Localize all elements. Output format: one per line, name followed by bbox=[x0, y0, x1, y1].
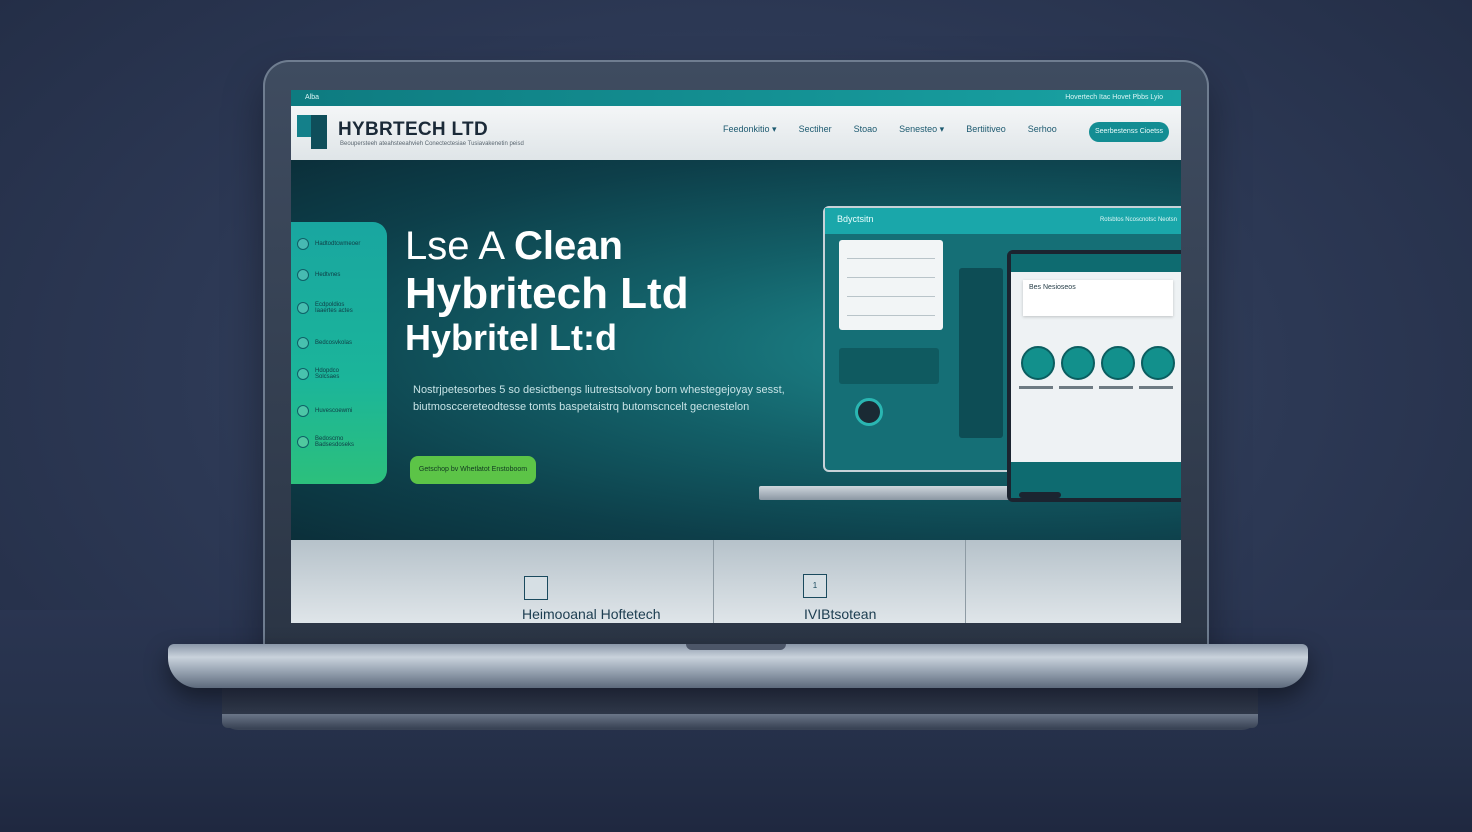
hero-headline: Lse A Clean Hybritech Ltd Hybritel Lt:d bbox=[405, 224, 689, 358]
sidebar-item-label: Hdopdco Solcsaes bbox=[315, 368, 340, 380]
logo-icon[interactable] bbox=[297, 115, 327, 149]
circle-icon bbox=[297, 337, 309, 349]
laptop-lip bbox=[222, 714, 1258, 728]
circle-icon bbox=[297, 368, 309, 380]
laptop-base bbox=[168, 644, 1308, 688]
laptop-screen: Alba Hovertech Itac Hovet Pbbs Lyio HYBR… bbox=[291, 90, 1181, 623]
headline-line1-pre: Lse A bbox=[405, 224, 503, 268]
sidebar-item-label: Ecdpoldios Iaaertes actes bbox=[315, 302, 353, 314]
circle-icon bbox=[297, 302, 309, 314]
nav-item-2[interactable]: Sectiher bbox=[799, 124, 832, 135]
mockup-panel bbox=[839, 348, 939, 384]
sidebar-item-label: Bedcosvkolas bbox=[315, 340, 353, 346]
image-icon bbox=[524, 576, 548, 600]
circle-icon bbox=[297, 269, 309, 281]
features-strip: Heimooanal Hoftetech 1 IVIBtsotean bbox=[291, 540, 1181, 623]
sidebar-item-label: Huvescoewmi bbox=[315, 408, 353, 414]
main-nav: Feedonkitio ▾ Sectiher Stoao Senesteo ▾ … bbox=[723, 124, 1057, 135]
tablet-topbar bbox=[1011, 254, 1181, 272]
feature-label-2[interactable]: IVIBtsotean bbox=[804, 606, 876, 622]
mockup-form-card bbox=[839, 240, 943, 330]
nav-item-1[interactable]: Feedonkitio ▾ bbox=[723, 124, 777, 135]
hero-section: Hadtodtcwmeoer Hedtvnes Ecdpoldios Iaaer… bbox=[291, 160, 1181, 540]
feature-label-1[interactable]: Heimooanal Hoftetech bbox=[522, 606, 661, 622]
site-header: HYBRTECH LTD Beoupersteeh ateahsteeahvie… bbox=[291, 106, 1181, 160]
circle-icon bbox=[297, 405, 309, 417]
utility-bar: Alba Hovertech Itac Hovet Pbbs Lyio bbox=[291, 90, 1181, 106]
sidebar-item-2[interactable]: Hedtvnes bbox=[297, 269, 340, 281]
sidebar-item-label: Hedtvnes bbox=[315, 272, 341, 278]
tablet-header-text: Bes Nesioseos bbox=[1029, 284, 1076, 291]
nav-item-4[interactable]: Senesteo ▾ bbox=[899, 124, 944, 135]
sidebar-item-5[interactable]: Hdopdco Solcsaes bbox=[297, 368, 381, 380]
device-icon bbox=[855, 398, 883, 426]
feature-circle-icon bbox=[1141, 346, 1175, 380]
utility-left-text: Alba bbox=[305, 94, 320, 101]
mockup-title: Bdyctsitn bbox=[837, 214, 874, 224]
laptop-hinge-notch bbox=[686, 644, 786, 650]
circle-icon bbox=[297, 436, 309, 448]
sidebar-item-6[interactable]: Huvescoewmi bbox=[297, 405, 352, 417]
feature-circle-icon bbox=[1061, 346, 1095, 380]
tablet-mockup: Bes Nesioseos bbox=[1007, 250, 1181, 502]
sidebar-panel: Hadtodtcwmeoer Hedtvnes Ecdpoldios Iaaer… bbox=[291, 222, 387, 484]
sidebar-item-4[interactable]: Bedcosvkolas bbox=[297, 337, 352, 349]
document-icon: 1 bbox=[803, 574, 827, 598]
sidebar-item-3[interactable]: Ecdpoldios Iaaertes actes bbox=[297, 302, 381, 314]
utility-links[interactable]: Hovertech Itac Hovet Pbbs Lyio bbox=[1065, 90, 1163, 106]
nav-item-3[interactable]: Stoao bbox=[854, 124, 878, 135]
hero-description: Nostrjpetesorbes 5 so desictbengs liutre… bbox=[413, 384, 785, 413]
feature-circle-icon bbox=[1021, 346, 1055, 380]
logo-tagline: Beoupersteeh ateahsteeahvieh Conectectes… bbox=[340, 141, 524, 147]
mockup-links: Rotsbtos Ncoscnotsc Neotsn bbox=[1099, 217, 1177, 223]
sidebar-item-label: Bedoscmo Badsesdoseks bbox=[315, 436, 355, 448]
sidebar-item-label: Hadtodtcwmeoer bbox=[315, 241, 361, 247]
nav-item-6[interactable]: Serhoo bbox=[1028, 124, 1057, 135]
sidebar-item-1[interactable]: Hadtodtcwmeoer bbox=[297, 238, 360, 250]
headline-line1-bold: Clean bbox=[514, 224, 623, 268]
feature-circle-icon bbox=[1101, 346, 1135, 380]
tablet-stand bbox=[1019, 492, 1061, 498]
headline-line3: Hybritel Lt:d bbox=[405, 317, 617, 359]
nav-item-5[interactable]: Bertiitiveo bbox=[966, 124, 1006, 135]
sidebar-item-7[interactable]: Bedoscmo Badsesdoseks bbox=[297, 436, 381, 448]
logo-text[interactable]: HYBRTECH LTD bbox=[338, 119, 488, 141]
circle-icon bbox=[297, 238, 309, 250]
headline-line2: Hybritech Ltd bbox=[405, 268, 689, 318]
hero-cta-button[interactable]: Getschop bv Whetlatot Enstoboom bbox=[410, 456, 536, 484]
header-cta-button[interactable]: Seerbestenss Cioetss bbox=[1089, 122, 1169, 142]
mockup-header: Bdyctsitn Rotsbtos Ncoscnotsc Neotsn bbox=[825, 208, 1181, 234]
mockup-keypad bbox=[959, 268, 1003, 438]
tablet-card: Bes Nesioseos bbox=[1023, 280, 1173, 316]
